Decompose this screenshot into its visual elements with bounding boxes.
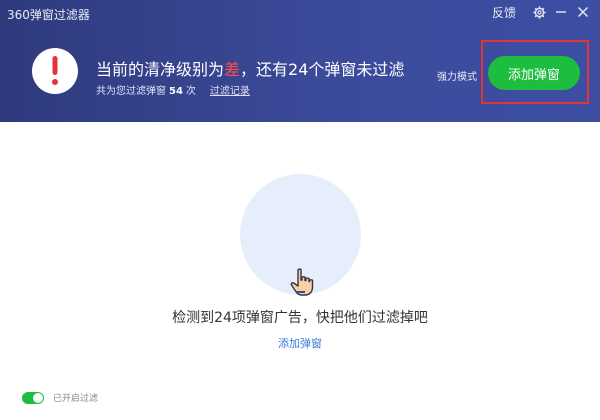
window-controls: 反馈: [492, 3, 592, 21]
status-suffix: ，还有24个弹窗未过滤: [240, 60, 405, 79]
power-mode-link[interactable]: 强力模式: [437, 68, 477, 83]
filter-toggle-label: 已开启过滤: [53, 394, 99, 404]
alert-exclamation-icon: [32, 48, 78, 94]
add-popup-button[interactable]: 添加弹窗: [488, 56, 580, 90]
filter-toggle-switch[interactable]: [22, 391, 44, 404]
app-title: 360弹窗过滤器: [7, 8, 90, 22]
feedback-link[interactable]: 反馈: [492, 4, 516, 21]
add-popup-link[interactable]: 添加弹窗: [0, 335, 600, 351]
summary-suffix: 次: [185, 86, 196, 97]
filter-summary: 共为您过滤弹窗 54 次 过滤记录: [96, 82, 250, 97]
status-prefix: 当前的清净级别为: [96, 60, 225, 79]
filter-toggle-group: 已开启过滤: [22, 391, 98, 404]
detection-message: 检测到24项弹窗广告，快把他们过滤掉吧: [172, 310, 428, 326]
filtered-count: 54: [169, 86, 183, 97]
pointing-hand-icon: [290, 268, 314, 300]
filter-records-link[interactable]: 过滤记录: [210, 86, 250, 97]
status-level-badge: 差: [224, 60, 241, 79]
toggle-knob: [33, 392, 43, 403]
summary-prefix: 共为您过滤弹窗: [96, 86, 166, 97]
settings-gear-icon[interactable]: [530, 3, 548, 21]
minimize-icon[interactable]: [552, 3, 570, 21]
clean-level-status: 当前的清净级别为差，还有24个弹窗未过滤: [96, 56, 404, 80]
close-icon[interactable]: [574, 3, 592, 21]
